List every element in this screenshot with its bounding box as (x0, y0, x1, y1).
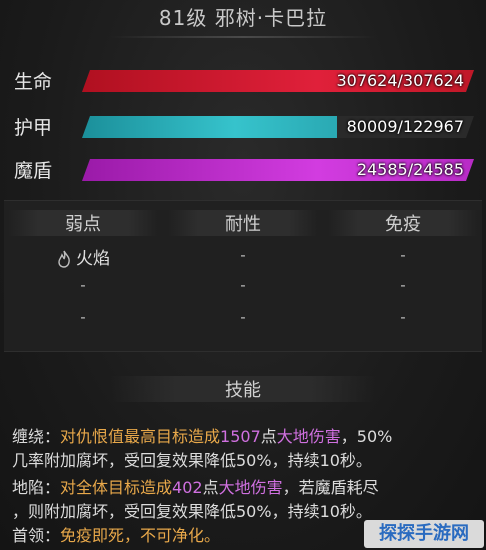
hp-label: 生命 (14, 71, 53, 93)
immunity-cell: - (400, 308, 406, 326)
hp-value: 307624/307624 (336, 71, 464, 90)
skill-target: 对仇恨值最高目标造成 (60, 427, 221, 446)
armor-label: 护甲 (14, 117, 53, 139)
weakness-fire-label: 火焰 (76, 249, 110, 269)
magic-shield-label: 魔盾 (14, 160, 53, 182)
skill-entangle: 缠绕：对仇恨值最高目标造成1507点大地伤害，50% 几率附加腐坏，受回复效果降… (12, 425, 482, 473)
skill-target: 对全体目标造成 (60, 478, 173, 497)
skill-name: 地陷： (12, 478, 61, 497)
skill-name: 首领： (12, 526, 61, 545)
skill-name: 缠绕： (12, 427, 61, 446)
weakness-fire: 火焰 (8, 244, 158, 269)
hp-bar: 307624/307624 (82, 70, 474, 92)
skill-description: 几率附加腐坏，受回复效果降低50%，持续10秒。 (12, 451, 372, 470)
weakness-cell: - (80, 276, 86, 294)
weakness-cell: - (80, 308, 86, 326)
magic-shield-bar: 24585/24585 (82, 159, 474, 181)
enemy-title: 81级 邪树·卡巴拉 (158, 6, 328, 30)
armor-bar: 80009/122967 (82, 116, 474, 138)
magic-shield-row: 魔盾 24585/24585 (0, 153, 486, 187)
immunity-cell: - (400, 276, 406, 294)
magic-shield-value: 24585/24585 (356, 160, 464, 179)
immunity-cell: - (400, 246, 406, 264)
resistance-cell: - (240, 308, 246, 326)
weakness-header: 弱点 (8, 210, 158, 236)
site-watermark: 探探手游网 (364, 520, 484, 548)
resistance-header: 耐性 (168, 210, 318, 236)
skill-text: ，若魔盾耗尽 (282, 478, 379, 497)
skill-text: 点 (202, 478, 219, 497)
skill-text: 点 (260, 427, 277, 446)
armor-bar-fill (82, 116, 337, 138)
fire-icon (56, 250, 72, 268)
skill-sinkhole: 地陷：对全体目标造成402点大地伤害，若魔盾耗尽 ，则附加腐坏，受回复效果降低5… (12, 476, 482, 524)
skill-text: ，50% (340, 427, 393, 446)
armor-value: 80009/122967 (346, 117, 464, 136)
resistance-cell: - (240, 246, 246, 264)
skill-damage-type: 大地伤害 (218, 478, 283, 497)
skill-damage-value: 1507 (220, 427, 261, 446)
hp-row: 生命 307624/307624 (0, 64, 486, 98)
skills-header: 技能 (110, 376, 376, 402)
immunity-header: 免疫 (328, 210, 478, 236)
skill-description: 免疫即死，不可净化。 (60, 526, 221, 545)
title-divider (110, 36, 376, 38)
armor-row: 护甲 80009/122967 (0, 110, 486, 144)
skill-damage-value: 402 (172, 478, 203, 497)
skill-damage-type: 大地伤害 (276, 427, 341, 446)
resistance-cell: - (240, 276, 246, 294)
